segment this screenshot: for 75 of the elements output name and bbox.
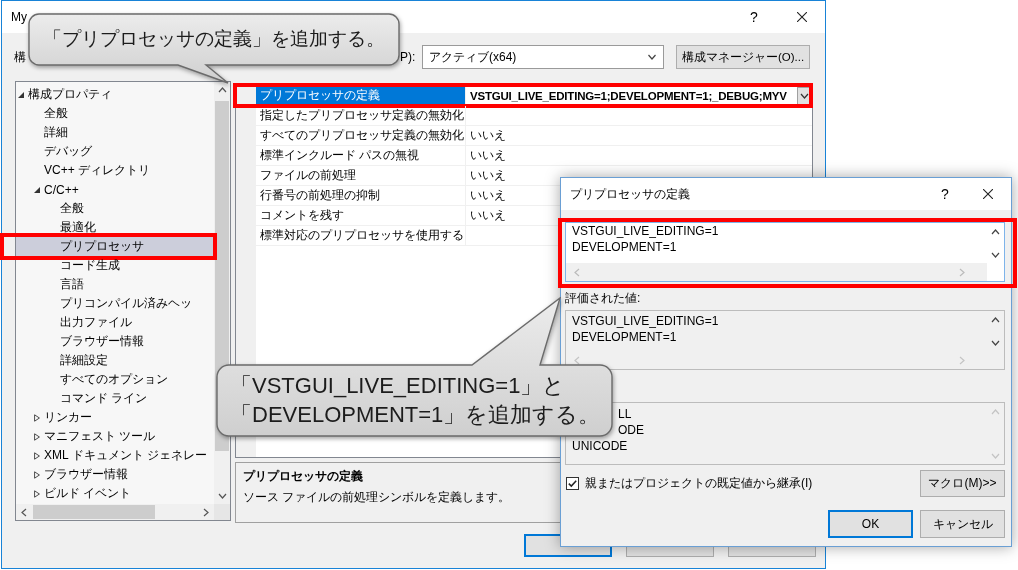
tree-item[interactable]: コード生成 (16, 256, 214, 275)
close-icon[interactable] (983, 189, 993, 199)
tree-item[interactable]: 出力ファイル (16, 313, 214, 332)
property-name[interactable]: すべてのプリプロセッサ定義の無効化 (256, 126, 466, 145)
tree-item[interactable]: VC++ ディレクトリ (16, 161, 214, 180)
collapsed-triangle-icon[interactable] (34, 413, 40, 422)
property-name[interactable]: 標準インクルード パスの無視 (256, 146, 466, 165)
expanded-triangle-icon[interactable] (18, 91, 24, 98)
tree-item[interactable]: ブラウザー情報 (16, 332, 214, 351)
collapsed-triangle-icon[interactable] (34, 470, 40, 479)
tree-item[interactable]: すべてのオプション (16, 370, 214, 389)
chevron-left-icon[interactable] (21, 507, 27, 517)
macro-button[interactable]: マクロ(M)>> (920, 470, 1005, 497)
checkbox[interactable] (566, 477, 579, 490)
chevron-right-icon[interactable] (203, 507, 209, 517)
tree-item[interactable]: 詳細設定 (16, 351, 214, 370)
property-value[interactable]: いいえ (466, 146, 812, 165)
property-name[interactable]: コメントを残す (256, 206, 466, 225)
property-value[interactable]: いいえ (466, 126, 812, 145)
description-title: プリプロセッサの定義 (243, 468, 363, 485)
platform-dropdown[interactable]: アクティブ(x64) (422, 45, 664, 69)
scrollbar-thumb[interactable] (33, 505, 155, 519)
callout-text: 「プリプロセッサの定義」を追加する。 (43, 27, 385, 51)
tree-item[interactable]: 最適化 (16, 218, 214, 237)
property-name[interactable]: 指定したプリプロセッサ定義の無効化 (256, 106, 466, 125)
platform-label: P): (400, 50, 417, 64)
tree-item[interactable]: 言語 (16, 275, 214, 294)
tree-item[interactable]: コマンド ライン (16, 389, 214, 408)
property-value[interactable]: VSTGUI_LIVE_EDITING=1;DEVELOPMENT=1;_DEBUG;MYV (466, 86, 812, 105)
collapsed-triangle-icon[interactable] (34, 489, 40, 498)
help-button[interactable]: ? (739, 9, 769, 25)
chevron-down-icon[interactable] (991, 340, 1000, 346)
chevron-up-icon[interactable] (991, 317, 1000, 323)
text-area: VSTGUI_LIVE_EDITING=1 DEVELOPMENT=1 (565, 310, 1005, 370)
tree-item[interactable]: XML ドキュメント ジェネレー (16, 446, 214, 465)
dialog-button[interactable]: OK (828, 510, 913, 538)
chevron-up-icon[interactable] (991, 229, 1000, 235)
property-name[interactable]: 標準対応のプリプロセッサを使用する (256, 226, 466, 245)
callout-text: 「VSTGUI_LIVE_EDITING=1」と 「DEVELOPMENT=1」を追加する。 (230, 372, 601, 429)
tree-item[interactable]: リンカー (16, 408, 214, 427)
dialog-button[interactable]: キャンセル (920, 510, 1005, 538)
horizontal-scrollbar[interactable] (16, 504, 214, 520)
evaluated-label: 評価された値: (565, 291, 641, 306)
collapsed-triangle-icon[interactable] (34, 432, 40, 441)
collapsed-triangle-icon[interactable] (34, 451, 40, 460)
property-name[interactable]: ファイルの前処理 (256, 166, 466, 185)
config-label: 構 (14, 48, 27, 66)
configuration-manager-button[interactable]: 構成マネージャー(O)... (676, 45, 810, 69)
chevron-up-icon[interactable] (217, 87, 227, 93)
tree-item[interactable]: ビルド イベント (16, 484, 214, 503)
tree-item[interactable]: プリコンパイル済みヘッ (16, 294, 214, 313)
checkbox-label[interactable]: 親またはプロジェクトの既定値から継承(I) (585, 475, 813, 492)
text-area[interactable]: VSTGUI_LIVE_EDITING=1 DEVELOPMENT=1 (565, 222, 1005, 282)
scrollbar-corner (214, 504, 230, 520)
chevron-down-icon (800, 92, 809, 99)
dialog-title: プリプロセッサの定義 (569, 185, 690, 203)
tree-item[interactable]: 構成プロパティ (16, 85, 214, 104)
tree-item[interactable]: マニフェスト ツール (16, 427, 214, 446)
close-icon[interactable] (797, 12, 807, 22)
expanded-triangle-icon[interactable] (34, 186, 40, 193)
chevron-down-icon (647, 54, 657, 60)
chevron-left-icon[interactable] (574, 355, 580, 365)
description-text: ソース ファイルの前処理シンボルを定義します。 (243, 489, 511, 506)
tree-item[interactable]: 全般 (16, 199, 214, 218)
property-name[interactable]: 行番号の前処理の抑制 (256, 186, 466, 205)
tree-item[interactable]: 全般 (16, 104, 214, 123)
help-button[interactable]: ? (930, 186, 960, 202)
chevron-down-icon[interactable] (991, 252, 1000, 258)
chevron-down-icon[interactable] (217, 493, 227, 499)
tree-item[interactable]: プリプロセッサ (16, 237, 214, 256)
tree-item[interactable]: ブラウザー情報 (16, 465, 214, 484)
tree-item[interactable]: デバッグ (16, 142, 214, 161)
tree-item[interactable]: 詳細 (16, 123, 214, 142)
tree-item[interactable]: C/C++ (16, 180, 214, 199)
window-title: My (10, 10, 27, 24)
